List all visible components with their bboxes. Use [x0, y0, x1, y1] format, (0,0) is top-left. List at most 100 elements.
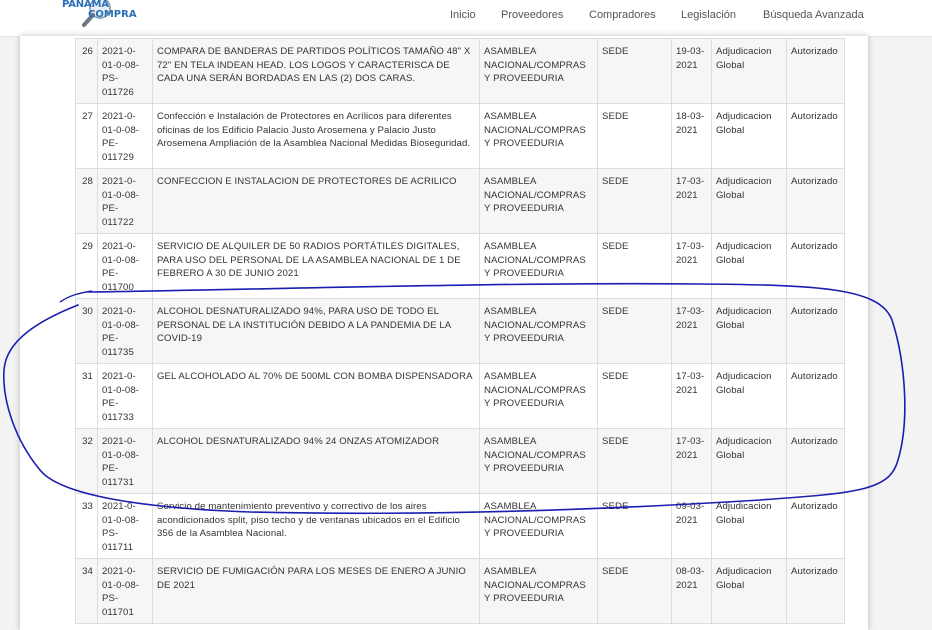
row-number: 31: [75, 363, 98, 429]
description-cell: SERVICIO DE FUMIGACIÓN PARA LOS MESES DE…: [157, 566, 466, 591]
table-row: 28 2021-0-01-0-08-PE-011722 CONFECCION E I…: [75, 168, 845, 234]
description-cell: CONFECCION E INSTALACION DE PROTECTORES …: [152, 168, 480, 234]
entity-cell: ASAMBLEA NACIONAL/COMPRAS Y PROVEEDURIA: [479, 428, 598, 494]
date-cell: 17-03-2021: [671, 168, 712, 234]
description-cell: Confección e Instalación de Protectores …: [152, 103, 480, 169]
procurement-code-link[interactable]: 2021-0-01-0-08-PE-011731: [102, 436, 139, 488]
procurement-code-link[interactable]: 2021-0-01-0-08-PE-011700: [102, 241, 139, 293]
procurement-code-cell: 2021-0-01-0-08-PS-011701: [97, 558, 153, 624]
date-cell: 17-03-2021: [671, 298, 712, 364]
nav-legislacion[interactable]: Legislación: [681, 9, 736, 21]
site-cell: SEDE: [597, 363, 672, 429]
site-cell: SEDE: [597, 428, 672, 494]
row-number: 28: [82, 176, 93, 187]
status-cell: Autorizado: [791, 176, 838, 187]
date-cell: 09-03-2021: [671, 493, 712, 559]
row-number: 31: [82, 371, 93, 382]
procurement-code-link[interactable]: 2021-0-01-0-08-PE-011729: [102, 111, 139, 163]
award-type-cell: Adjudicacion Global: [716, 111, 772, 136]
date-cell: 19-03-2021: [671, 38, 712, 104]
date-cell: 18-03-2021: [671, 103, 712, 169]
site-cell: SEDE: [602, 46, 629, 57]
row-number: 34: [75, 558, 98, 624]
row-number: 32: [75, 428, 98, 494]
procurement-code-link[interactable]: 2021-0-01-0-08-PE-011733: [102, 371, 139, 423]
status-cell: Autorizado: [786, 493, 845, 559]
description-cell: Confección e Instalación de Protectores …: [157, 111, 471, 150]
entity-link[interactable]: ASAMBLEA NACIONAL/COMPRAS Y PROVEEDURIA: [484, 46, 586, 84]
table-row: 26 2021-0-01-0-08-PS-011726 COMPARA DE BAN…: [75, 38, 845, 104]
site-cell: SEDE: [602, 176, 629, 187]
entity-link[interactable]: ASAMBLEA NACIONAL/COMPRAS Y PROVEEDURIA: [484, 501, 586, 539]
procurement-code-cell: 2021-0-01-0-08-PE-011700: [97, 233, 153, 299]
entity-link[interactable]: ASAMBLEA NACIONAL/COMPRAS Y PROVEEDURIA: [484, 436, 586, 474]
date-cell: 08-03-2021: [671, 558, 712, 624]
nav-compradores[interactable]: Compradores: [589, 9, 656, 21]
description-cell: ALCOHOL DESNATURALIZADO 94% 24 ONZAS ATO…: [157, 436, 440, 447]
site-cell: SEDE: [597, 493, 672, 559]
table-row: 34 2021-0-01-0-08-PS-011701 SERVICIO DE FU…: [75, 558, 845, 624]
procurement-code-link[interactable]: 2021-0-01-0-08-PE-011735: [102, 306, 139, 358]
table-row: 31 2021-0-01-0-08-PE-011733 GEL ALCOHOLADO…: [75, 363, 845, 429]
entity-link[interactable]: ASAMBLEA NACIONAL/COMPRAS Y PROVEEDURIA: [484, 111, 586, 149]
site-cell: SEDE: [602, 566, 629, 577]
entity-link[interactable]: ASAMBLEA NACIONAL/COMPRAS Y PROVEEDURIA: [484, 566, 586, 604]
procurement-code-cell: 2021-0-01-0-08-PE-011722: [97, 168, 153, 234]
description-cell: Servicio de mantenimiento preventivo y c…: [152, 493, 480, 559]
award-type-cell: Adjudicacion Global: [716, 306, 772, 331]
description-cell: SERVICIO DE FUMIGACIÓN PARA LOS MESES DE…: [152, 558, 480, 624]
entity-cell: ASAMBLEA NACIONAL/COMPRAS Y PROVEEDURIA: [479, 298, 598, 364]
site-logo[interactable]: PANAMA COMPRA: [60, 0, 137, 30]
row-number: 30: [75, 298, 98, 364]
nav-busqueda-avanzada[interactable]: Búsqueda Avanzada: [763, 9, 864, 21]
procurement-code-cell: 2021-0-01-0-08-PE-011735: [97, 298, 153, 364]
entity-link[interactable]: ASAMBLEA NACIONAL/COMPRAS Y PROVEEDURIA: [484, 371, 586, 409]
date-cell: 18-03-2021: [676, 111, 705, 136]
site-cell: SEDE: [597, 558, 672, 624]
procurement-code-link[interactable]: 2021-0-01-0-08-PE-011722: [102, 176, 139, 228]
nav-proveedores[interactable]: Proveedores: [501, 9, 563, 21]
status-cell: Autorizado: [786, 168, 845, 234]
procurement-code-link[interactable]: 2021-0-01-0-08-PS-011726: [102, 46, 139, 98]
description-cell: ALCOHOL DESNATURALIZADO 94%, PARA USO DE…: [152, 298, 480, 364]
status-cell: Autorizado: [786, 38, 845, 104]
date-cell: 09-03-2021: [676, 501, 705, 526]
description-cell: Servicio de mantenimiento preventivo y c…: [157, 501, 460, 540]
award-type-cell: Adjudicacion Global: [711, 233, 787, 299]
top-navbar: PANAMA COMPRA Inicio Proveedores Comprad…: [0, 0, 932, 37]
award-type-cell: Adjudicacion Global: [711, 558, 787, 624]
procurement-code-link[interactable]: 2021-0-01-0-08-PS-011701: [102, 566, 139, 618]
status-cell: Autorizado: [786, 298, 845, 364]
entity-link[interactable]: ASAMBLEA NACIONAL/COMPRAS Y PROVEEDURIA: [484, 241, 586, 279]
nav-inicio[interactable]: Inicio: [450, 9, 476, 21]
date-cell: 19-03-2021: [676, 46, 705, 71]
date-cell: 17-03-2021: [676, 371, 705, 396]
status-cell: Autorizado: [791, 436, 838, 447]
award-type-cell: Adjudicacion Global: [711, 103, 787, 169]
award-type-cell: Adjudicacion Global: [716, 436, 772, 461]
entity-cell: ASAMBLEA NACIONAL/COMPRAS Y PROVEEDURIA: [479, 363, 598, 429]
date-cell: 17-03-2021: [671, 428, 712, 494]
row-number: 32: [82, 436, 93, 447]
date-cell: 17-03-2021: [676, 436, 705, 461]
row-number: 29: [82, 241, 93, 252]
procurement-code-link[interactable]: 2021-0-01-0-08-PS-011711: [102, 501, 139, 553]
entity-link[interactable]: ASAMBLEA NACIONAL/COMPRAS Y PROVEEDURIA: [484, 176, 586, 214]
table-row: 32 2021-0-01-0-08-PE-011731 ALCOHOL DESNAT…: [75, 428, 845, 494]
logo-text-bottom: COMPRA: [88, 9, 137, 20]
site-cell: SEDE: [602, 501, 629, 512]
entity-link[interactable]: ASAMBLEA NACIONAL/COMPRAS Y PROVEEDURIA: [484, 306, 586, 344]
row-number: 33: [75, 493, 98, 559]
status-cell: Autorizado: [786, 233, 845, 299]
date-cell: 17-03-2021: [676, 176, 705, 201]
procurement-code-cell: 2021-0-01-0-08-PE-011729: [97, 103, 153, 169]
date-cell: 17-03-2021: [676, 306, 705, 331]
table-row: 27 2021-0-01-0-08-PE-011729 Confección e I…: [75, 103, 845, 169]
site-cell: SEDE: [602, 371, 629, 382]
status-cell: Autorizado: [791, 46, 838, 57]
row-number: 27: [75, 103, 98, 169]
site-cell: SEDE: [597, 38, 672, 104]
status-cell: Autorizado: [786, 103, 845, 169]
award-type-cell: Adjudicacion Global: [716, 176, 772, 201]
table-row: 33 2021-0-01-0-08-PS-011711 Servicio de ma…: [75, 493, 845, 559]
